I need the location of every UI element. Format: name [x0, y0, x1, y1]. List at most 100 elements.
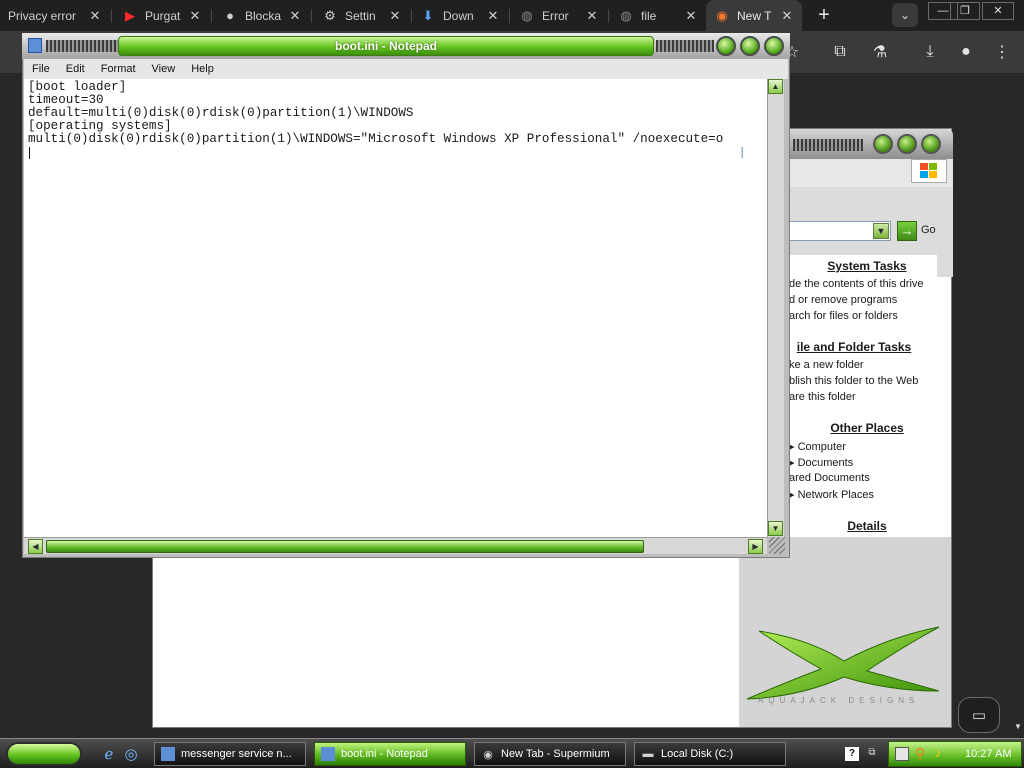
menu-kebab-icon[interactable]: ⋮ [990, 40, 1014, 64]
resize-grip-icon[interactable] [769, 537, 785, 554]
maximize-orb-icon[interactable] [897, 134, 917, 154]
globe-icon: ◍ [521, 7, 533, 23]
task-link[interactable]: d or remove programs [789, 294, 897, 306]
downloads-icon[interactable]: ⤓ [918, 40, 942, 64]
tab-title: Error [542, 8, 569, 23]
section-heading-file-folder-tasks[interactable]: ile and Folder Tasks [789, 340, 919, 354]
scroll-left-icon[interactable]: ◀ [28, 539, 43, 554]
taskbar-item-messenger[interactable]: messenger service n... [154, 742, 306, 766]
profile-icon[interactable]: ● [954, 40, 978, 64]
new-tab-button[interactable]: + [812, 4, 836, 28]
menu-view[interactable]: View [144, 63, 184, 75]
minimize-orb-icon[interactable] [716, 36, 736, 56]
close-icon[interactable]: ✕ [486, 8, 500, 23]
section-heading-system-tasks[interactable]: System Tasks [807, 259, 927, 273]
tab-youtube[interactable]: ▶ Purgat ✕ [114, 0, 210, 31]
restore-button[interactable]: ❐ [950, 2, 980, 20]
globe-icon: ◍ [620, 7, 632, 23]
chat-bubble-icon[interactable]: ▭ [958, 697, 1000, 733]
tab-error[interactable]: ◍ Error ✕ [511, 0, 607, 31]
close-orb-icon[interactable] [921, 134, 941, 154]
supermium-icon: ◉ [716, 7, 728, 23]
close-icon[interactable]: ✕ [88, 8, 102, 23]
task-link[interactable]: ▸ Documents [789, 456, 853, 469]
extensions-icon[interactable]: ⧉ [828, 40, 852, 64]
text-line: [boot loader] [28, 80, 127, 94]
task-link[interactable]: ▸ Computer [789, 440, 846, 453]
go-button-label[interactable]: Go [921, 224, 936, 236]
tab-title: Privacy error [8, 8, 77, 23]
github-icon: ● [226, 8, 234, 23]
scroll-down-icon[interactable]: ▼ [768, 521, 783, 536]
task-link[interactable]: arch for files or folders [789, 310, 898, 322]
tab-search-button[interactable]: ⌄ [892, 3, 918, 27]
maximize-orb-icon[interactable] [740, 36, 760, 56]
clock[interactable]: 10:27 AM [965, 748, 1011, 760]
close-icon[interactable]: ✕ [288, 8, 302, 23]
horizontal-scrollbar[interactable]: ◀ ▶ [24, 537, 767, 554]
close-window-button[interactable]: ✕ [982, 2, 1014, 20]
task-link[interactable]: ▸ Network Places [789, 488, 874, 501]
task-link[interactable]: blish this folder to the Web [789, 375, 918, 387]
notepad-titlebar[interactable]: boot.ini - Notepad [22, 33, 790, 59]
tab-github[interactable]: ● Blocka ✕ [214, 0, 310, 31]
tab-separator [111, 9, 112, 23]
tab-new-tab[interactable]: ◉ New T ✕ [706, 0, 802, 31]
internet-explorer-icon[interactable]: ℯ [100, 745, 118, 763]
go-arrow-icon[interactable]: → [897, 221, 917, 241]
search-icon[interactable]: ⚲ [915, 746, 929, 760]
tab-separator [311, 9, 312, 23]
tab-title: Settin [345, 8, 376, 23]
scroll-down-icon[interactable]: ▼ [1014, 722, 1022, 734]
volume-tray-icon[interactable]: ♪ [935, 746, 949, 760]
task-link[interactable]: are this folder [789, 391, 856, 403]
scroll-up-icon[interactable]: ▲ [768, 79, 783, 94]
browser-quicklaunch-icon[interactable]: ◎ [122, 745, 140, 763]
gear-icon: ⚙ [324, 7, 336, 23]
notepad-icon[interactable] [28, 38, 42, 53]
notepad-window: boot.ini - Notepad File Edit Format View… [22, 33, 790, 558]
tray-expand-icon[interactable]: ⧉ [866, 747, 878, 761]
text-line: multi(0)disk(0)rdisk(0)partition(1)\WIND… [28, 132, 724, 146]
tab-downloads[interactable]: ⬇ Down ✕ [412, 0, 508, 31]
task-link[interactable]: de the contents of this drive [789, 278, 924, 290]
network-tray-icon[interactable] [895, 747, 909, 761]
notepad-icon [161, 747, 175, 761]
menu-help[interactable]: Help [183, 63, 222, 75]
menu-format[interactable]: Format [93, 63, 144, 75]
text-editor[interactable]: [boot loader] timeout=30 default=multi(0… [24, 79, 767, 537]
close-icon[interactable]: ✕ [780, 8, 794, 23]
close-icon[interactable]: ✕ [684, 8, 698, 23]
task-link[interactable]: ared Documents [789, 472, 870, 484]
tab-settings[interactable]: ⚙ Settin ✕ [314, 0, 410, 31]
labs-flask-icon[interactable]: ⚗ [868, 40, 892, 64]
taskbar-item-supermium[interactable]: ◉ New Tab - Supermium [474, 742, 626, 766]
close-icon[interactable]: ✕ [388, 8, 402, 23]
minimize-orb-icon[interactable] [873, 134, 893, 154]
titlebar-grill [46, 40, 118, 52]
drive-icon: ▬ [642, 748, 654, 760]
scroll-right-icon[interactable]: ▶ [748, 539, 763, 554]
chevron-down-icon[interactable]: ▼ [873, 223, 889, 239]
tab-file[interactable]: ◍ file ✕ [610, 0, 706, 31]
menu-edit[interactable]: Edit [58, 63, 93, 75]
close-icon[interactable]: ✕ [585, 8, 599, 23]
section-heading-other-places[interactable]: Other Places [807, 421, 927, 435]
scrollbar-thumb[interactable] [46, 540, 644, 553]
task-link[interactable]: ke a new folder [789, 359, 864, 371]
section-heading-details[interactable]: Details [807, 519, 927, 533]
download-icon: ⬇ [422, 7, 434, 23]
close-orb-icon[interactable] [764, 36, 784, 56]
menu-file[interactable]: File [24, 63, 58, 75]
taskbar-item-notepad[interactable]: boot.ini - Notepad [314, 742, 466, 766]
tab-separator [211, 9, 212, 23]
start-button[interactable] [6, 742, 82, 766]
task-link-label: Computer [797, 441, 846, 453]
ibeam-cursor-icon: I [740, 145, 745, 162]
help-icon[interactable]: ? [845, 747, 859, 761]
close-icon[interactable]: ✕ [188, 8, 202, 23]
vertical-scrollbar[interactable]: ▲ ▼ [767, 79, 784, 537]
taskbar: ℯ ◎ messenger service n... boot.ini - No… [0, 738, 1024, 768]
taskbar-item-local-disk[interactable]: ▬ Local Disk (C:) [634, 742, 786, 766]
tab-privacy-error[interactable]: Privacy error ✕ [0, 0, 110, 31]
